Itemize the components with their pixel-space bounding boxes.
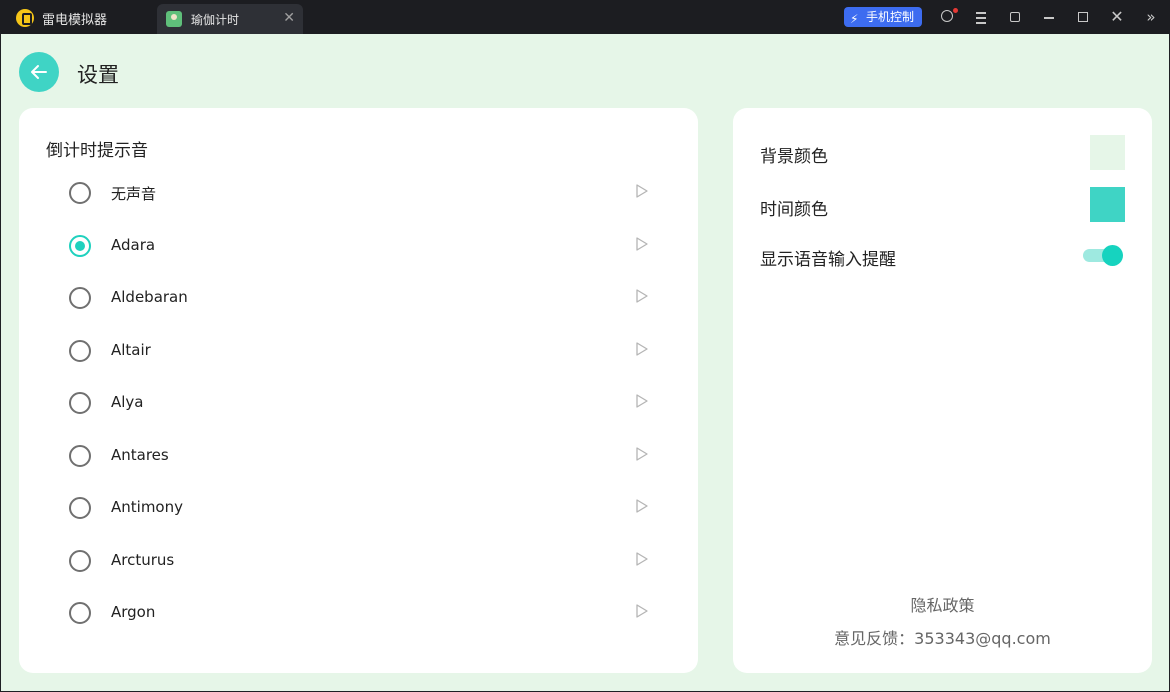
sound-name: Arcturus [111,550,175,569]
page-title: 设置 [77,63,119,87]
expand-sidebar-icon[interactable]: » [1141,7,1161,27]
sound-name: Aldebaran [111,288,188,306]
sound-name: Argon [111,603,156,621]
notification-dot [953,8,958,13]
radio-button[interactable] [69,182,91,204]
sound-name: 无声音 [111,185,157,203]
countdown-sound-card: 倒计时提示音 无声音 Adara Aldebaran Altair Alya A… [19,108,698,673]
sound-name: Antares [111,445,169,464]
sound-item[interactable]: Argon [19,588,698,640]
maximize-icon[interactable] [1073,7,1093,27]
app-content: 设置 倒计时提示音 无声音 Adara Aldebaran Altair Aly… [1,34,1169,691]
arrow-left-icon [31,65,47,79]
play-icon[interactable] [635,393,649,409]
sound-name: Antimony [111,498,183,516]
phone-control-button[interactable]: ⚡ 手机控制 [844,7,922,27]
lightning-icon: ⚡ [850,12,859,26]
account-icon[interactable] [937,7,958,27]
sound-item[interactable]: Alya [19,378,698,430]
yoga-app-icon [166,11,182,27]
voice-reminder-label: 显示语音输入提醒 [760,250,896,270]
emulator-logo-icon [16,9,34,27]
countdown-sound-title: 倒计时提示音 [46,141,148,161]
sound-name: Alya [111,393,144,411]
radio-button[interactable] [69,549,91,572]
toggle-thumb [1102,245,1123,266]
background-color-swatch[interactable] [1090,135,1125,170]
privacy-policy-link[interactable]: 隐私政策 [733,592,1152,616]
sound-name: Altair [111,340,151,359]
radio-button[interactable] [69,444,91,467]
close-window-icon[interactable]: ✕ [1107,7,1127,27]
tab-yoga-timer[interactable]: 瑜伽计时 ✕ [157,4,303,34]
feedback-text: 意见反馈：353343@qq.com [834,629,1051,648]
emulator-name: 雷电模拟器 [42,13,108,28]
tab-label: 瑜伽计时 [191,13,240,27]
radio-button[interactable] [69,497,91,519]
time-color-label: 时间颜色 [760,200,828,220]
tab-close-icon[interactable]: ✕ [283,10,295,26]
sound-item[interactable]: Antares [19,431,698,483]
play-icon[interactable] [635,288,649,304]
play-icon[interactable] [635,236,649,252]
play-icon[interactable] [635,603,649,619]
play-icon[interactable] [635,183,649,199]
radio-button[interactable] [69,339,91,362]
play-icon[interactable] [635,498,649,514]
time-color-swatch[interactable] [1090,187,1125,222]
mini-mode-icon[interactable] [1005,7,1025,27]
sound-item[interactable]: Adara [19,221,698,273]
radio-button[interactable] [69,602,91,624]
appearance-settings-card: 背景颜色 时间颜色 显示语音输入提醒 隐私政策 意见反馈：353343@qq.c… [733,108,1152,673]
sound-item[interactable]: 无声音 [19,168,698,220]
phone-control-label: 手机控制 [866,10,915,24]
sound-item[interactable]: Aldebaran [19,273,698,325]
sound-name: Adara [111,235,156,254]
background-color-label: 背景颜色 [760,147,828,167]
minimize-icon[interactable] [1039,7,1059,27]
sound-item[interactable]: Arcturus [19,536,698,588]
play-icon[interactable] [635,551,649,567]
radio-button-checked[interactable] [69,234,91,257]
play-icon[interactable] [635,446,649,462]
radio-button[interactable] [69,392,91,414]
emulator-titlebar: 雷电模拟器 瑜伽计时 ✕ ⚡ 手机控制 ✕ » [0,0,1170,34]
sound-item[interactable]: Antimony [19,483,698,535]
play-icon[interactable] [635,341,649,357]
voice-reminder-toggle[interactable] [1083,244,1125,266]
sound-item[interactable]: Altair [19,326,698,378]
menu-icon[interactable] [971,7,991,27]
back-button[interactable] [19,52,59,92]
radio-button[interactable] [69,287,91,309]
